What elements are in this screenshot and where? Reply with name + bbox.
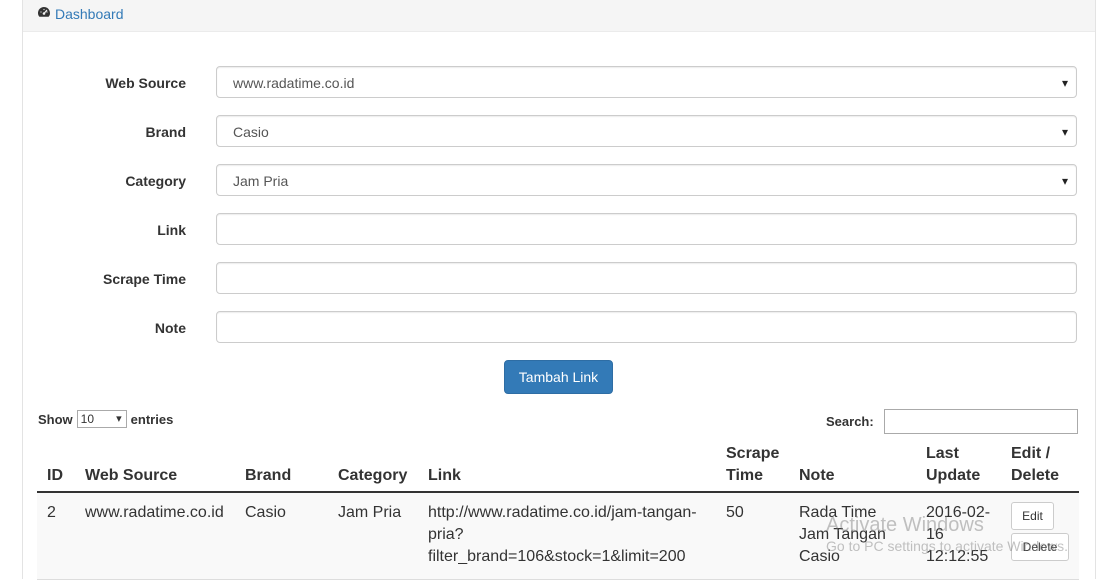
cell-link-3: filter_brand=106&stock=1&limit=200 xyxy=(428,548,686,565)
web-source-label: Web Source xyxy=(105,75,186,91)
cell-category: Jam Pria xyxy=(338,504,402,521)
cell-last-update-2: 16 xyxy=(926,526,944,543)
th-scrape-time-1[interactable]: Scrape xyxy=(726,443,779,465)
scrape-time-label: Scrape Time xyxy=(102,271,186,287)
search-label: Search: xyxy=(826,414,874,429)
th-edit-delete-2[interactable]: Delete xyxy=(1011,465,1059,487)
cell-last-update-3: 12:12:55 xyxy=(926,548,989,565)
edit-button[interactable]: Edit xyxy=(1011,502,1054,530)
tambah-link-button[interactable]: Tambah Link xyxy=(504,360,613,394)
cell-web-source: www.radatime.co.id xyxy=(85,504,224,521)
th-link[interactable]: Link xyxy=(428,465,461,487)
note-input[interactable] xyxy=(216,311,1077,343)
th-category[interactable]: Category xyxy=(338,465,407,487)
scrape-time-row: Scrape Time xyxy=(0,262,1114,296)
cell-link-2: pria? xyxy=(428,526,464,543)
th-edit-delete-1[interactable]: Edit / xyxy=(1011,443,1050,465)
brand-select[interactable]: Casio xyxy=(216,115,1077,148)
note-label: Note xyxy=(154,320,186,336)
th-note[interactable]: Note xyxy=(799,465,835,487)
cell-last-update-1: 2016-02- xyxy=(926,504,991,521)
th-last-update-2[interactable]: Update xyxy=(926,465,980,487)
cell-note-2: Jam Tangan xyxy=(799,526,886,543)
link-input[interactable] xyxy=(216,213,1077,245)
link-label: Link xyxy=(157,222,186,238)
search-input[interactable] xyxy=(884,409,1078,434)
th-scrape-time-2[interactable]: Time xyxy=(726,465,763,487)
th-brand[interactable]: Brand xyxy=(245,465,291,487)
note-row: Note xyxy=(0,311,1114,345)
brand-label: Brand xyxy=(145,124,186,140)
cell-brand: Casio xyxy=(245,504,286,521)
th-last-update-1[interactable]: Last xyxy=(926,443,959,465)
breadcrumb-label[interactable]: Dashboard xyxy=(55,6,124,22)
th-web-source[interactable]: Web Source xyxy=(85,465,177,487)
cell-note-3: Casio xyxy=(799,548,840,565)
cell-note-1: Rada Time xyxy=(799,504,877,521)
show-entries: Show 10 entries xyxy=(38,410,173,428)
show-label: Show xyxy=(38,411,73,427)
scrape-time-input[interactable] xyxy=(216,262,1077,294)
entries-select[interactable]: 10 xyxy=(76,410,127,428)
delete-button[interactable]: Delete xyxy=(1011,533,1069,561)
web-source-row: Web Source www.radatime.co.id xyxy=(0,66,1114,100)
category-label: Category xyxy=(125,173,186,189)
dashboard-icon xyxy=(37,5,51,22)
cell-scrape-time: 50 xyxy=(726,504,744,521)
entries-label: entries xyxy=(130,411,174,427)
brand-row: Brand Casio xyxy=(0,115,1114,149)
web-source-select[interactable]: www.radatime.co.id xyxy=(216,66,1077,99)
category-select[interactable]: Jam Pria xyxy=(216,164,1077,197)
cell-id: 2 xyxy=(47,504,56,521)
panel-heading: Dashboard xyxy=(23,0,1095,32)
th-id[interactable]: ID xyxy=(47,465,63,487)
cell-link-1: http://www.radatime.co.id/jam-tangan- xyxy=(428,504,697,521)
breadcrumb[interactable]: Dashboard xyxy=(37,5,124,22)
link-row: Link xyxy=(0,213,1114,247)
category-row: Category Jam Pria xyxy=(0,164,1114,198)
